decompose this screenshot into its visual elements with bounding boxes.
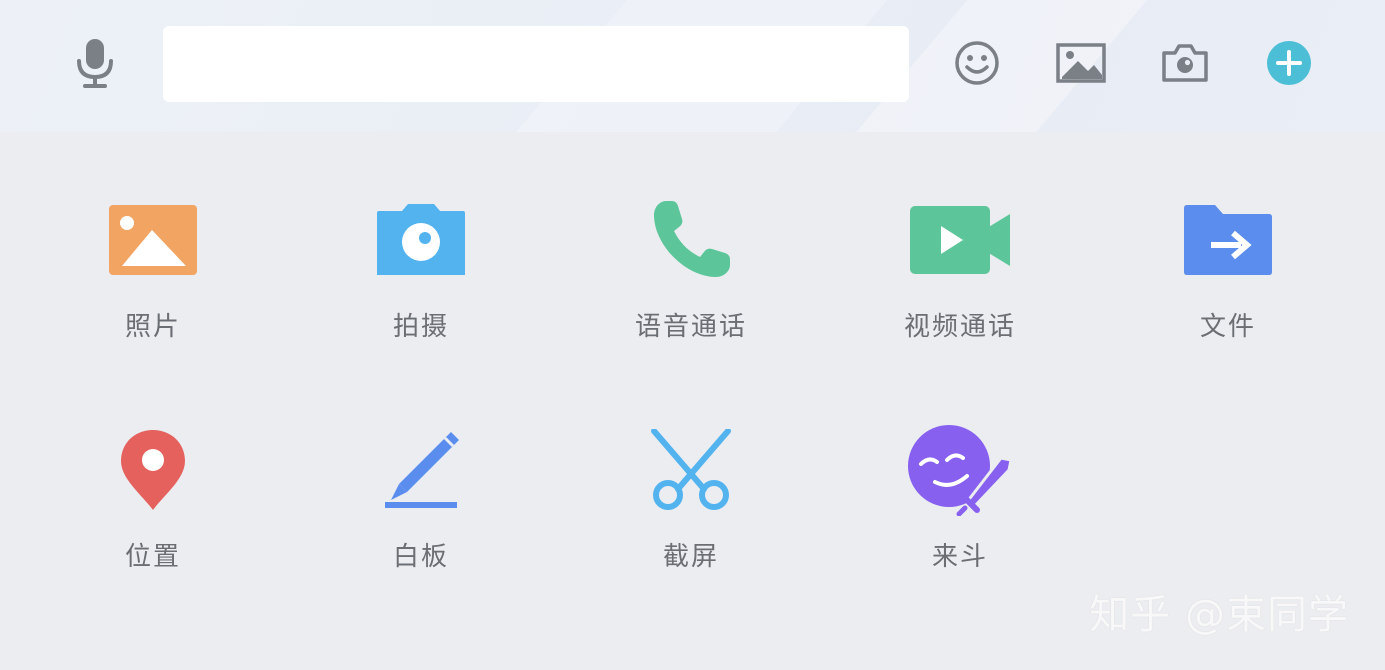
action-label: 截屏 — [662, 542, 719, 572]
watermark: 知乎 @束同学 — [1089, 592, 1349, 638]
action-label: 照片 — [124, 312, 181, 342]
microphone-icon[interactable] — [72, 36, 118, 90]
video-camera-icon — [905, 190, 1015, 290]
camera-icon[interactable] — [1159, 36, 1211, 90]
action-label: 语音通话 — [634, 312, 747, 342]
action-file[interactable]: 文件 — [1138, 190, 1318, 360]
image-icon[interactable] — [1055, 36, 1107, 90]
action-label: 视频通话 — [903, 312, 1016, 342]
action-voice-call[interactable]: 语音通话 — [601, 190, 781, 360]
game-face-sword-icon — [905, 420, 1015, 520]
action-laidou[interactable]: 来斗 — [870, 420, 1050, 590]
scissors-icon — [636, 420, 746, 520]
pencil-icon — [366, 420, 476, 520]
phone-icon — [636, 190, 746, 290]
location-pin-icon — [98, 420, 208, 520]
action-video-call[interactable]: 视频通话 — [870, 190, 1050, 360]
action-label: 白板 — [392, 542, 449, 572]
action-label: 拍摄 — [392, 312, 449, 342]
camera-icon — [366, 190, 476, 290]
action-shoot[interactable]: 拍摄 — [331, 190, 511, 360]
folder-icon — [1173, 190, 1283, 290]
action-screenshot[interactable]: 截屏 — [601, 420, 781, 590]
photo-icon — [98, 190, 208, 290]
action-whiteboard[interactable]: 白板 — [331, 420, 511, 590]
action-label: 来斗 — [931, 542, 988, 572]
emoji-icon[interactable] — [951, 36, 1003, 90]
action-photo[interactable]: 照片 — [63, 190, 243, 360]
plus-icon[interactable] — [1263, 36, 1315, 90]
input-bar — [0, 0, 1385, 132]
action-label: 文件 — [1199, 312, 1256, 342]
action-label: 位置 — [124, 542, 181, 572]
action-panel: 照片 拍摄 语音通话 视频通话 文件 位置 白板 截屏 来斗 知乎 @束同学 — [0, 132, 1385, 670]
message-input[interactable] — [163, 26, 909, 102]
action-location[interactable]: 位置 — [63, 420, 243, 590]
